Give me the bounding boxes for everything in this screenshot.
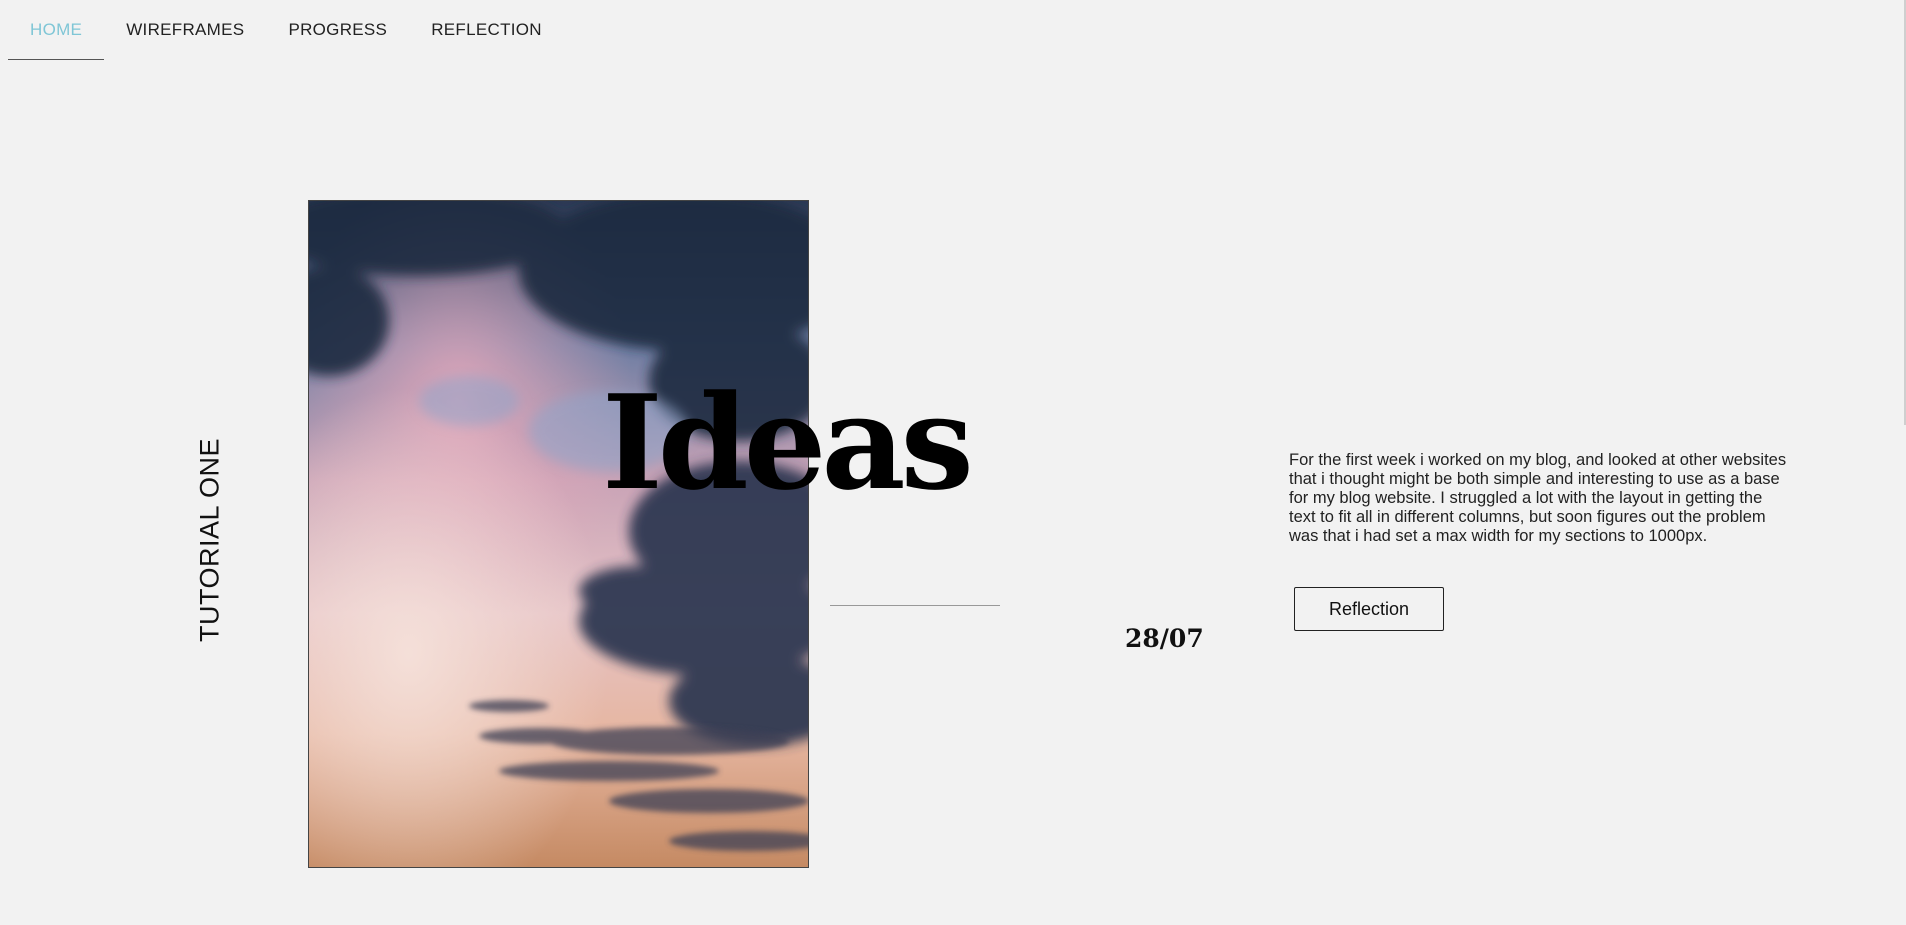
nav-item-home[interactable]: HOME (8, 0, 105, 60)
main-nav: HOME WIREFRAMES PROGRESS REFLECTION (8, 0, 564, 60)
nav-item-wireframes[interactable]: WIREFRAMES (104, 0, 266, 60)
nav-item-reflection[interactable]: REFLECTION (409, 0, 564, 60)
nav-item-label: HOME (30, 19, 83, 39)
nav-item-label: PROGRESS (288, 20, 388, 39)
section-label: TUTORIAL ONE (194, 437, 225, 643)
sky-image (308, 200, 809, 868)
nav-item-label: WIREFRAMES (126, 20, 245, 39)
divider (830, 605, 1000, 606)
reflection-button[interactable]: Reflection (1294, 587, 1444, 631)
nav-item-label: REFLECTION (431, 20, 542, 39)
post-date: 28/07 (1125, 624, 1204, 653)
nav-item-progress[interactable]: PROGRESS (266, 0, 409, 60)
post-body-text: For the first week i worked on my blog, … (1289, 451, 1787, 545)
page-heading: Ideas (602, 366, 974, 519)
